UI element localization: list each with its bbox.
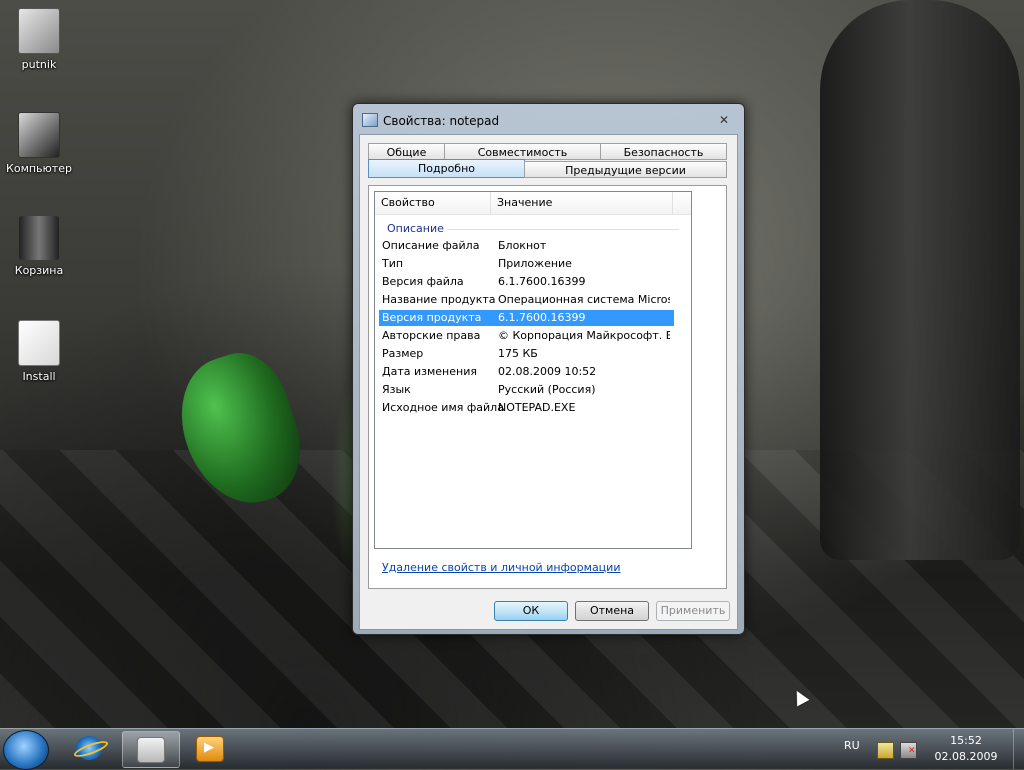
taskbar-windows-explorer[interactable] xyxy=(122,731,180,768)
clock-date: 02.08.2009 xyxy=(934,750,998,763)
properties-dialog: Свойства: notepad ✕ Общие Совместимость … xyxy=(352,103,745,635)
notepad-icon xyxy=(362,113,378,127)
table-row[interactable]: Авторские права © Корпорация Майкрософт.… xyxy=(379,328,674,344)
row-value: Операционная система Microso... xyxy=(498,293,670,306)
column-header-property[interactable]: Свойство xyxy=(375,192,491,214)
tab-general[interactable]: Общие xyxy=(368,143,445,160)
windows-explorer-icon xyxy=(137,737,165,763)
table-row[interactable]: Название продукта Операционная система M… xyxy=(379,292,674,308)
apply-button[interactable]: Применить xyxy=(656,601,730,621)
clock-time: 15:52 xyxy=(950,734,982,747)
dialog-client: Общие Совместимость Безопасность Подробн… xyxy=(359,134,738,630)
tab-security[interactable]: Безопасность xyxy=(600,143,727,160)
user-folder-icon xyxy=(18,8,60,54)
row-property: Версия файла xyxy=(382,275,464,288)
desktop-icon-label: Корзина xyxy=(14,264,64,277)
volume-muted-icon[interactable] xyxy=(900,742,917,759)
system-clock[interactable]: 15:52 02.08.2009 xyxy=(928,733,1004,765)
table-row[interactable]: Тип Приложение xyxy=(379,256,674,272)
desktop-icon-computer[interactable]: Компьютер xyxy=(1,112,77,175)
close-button[interactable]: ✕ xyxy=(716,113,732,127)
tab-compatibility[interactable]: Совместимость xyxy=(444,143,601,160)
row-property: Авторские права xyxy=(382,329,481,342)
folder-icon xyxy=(18,320,60,366)
computer-icon xyxy=(18,112,60,158)
desktop-icon-install[interactable]: Install xyxy=(1,320,77,383)
media-player-icon xyxy=(196,736,224,762)
internet-explorer-icon xyxy=(76,736,102,760)
table-row[interactable]: Размер 175 КБ xyxy=(379,346,674,362)
recycle-bin-icon xyxy=(19,216,59,260)
row-property: Размер xyxy=(382,347,424,360)
row-value: Приложение xyxy=(498,257,572,270)
row-property: Описание файла xyxy=(382,239,480,252)
table-row[interactable]: Версия файла 6.1.7600.16399 xyxy=(379,274,674,290)
row-property: Язык xyxy=(382,383,411,396)
dialog-title: Свойства: notepad xyxy=(383,114,500,128)
desktop-icon-putnik[interactable]: putnik xyxy=(1,8,77,71)
column-header-value[interactable]: Значение xyxy=(491,192,673,214)
row-property: Дата изменения xyxy=(382,365,477,378)
desktop-icon-label: putnik xyxy=(21,58,57,71)
action-center-icon[interactable] xyxy=(877,742,894,759)
close-icon: ✕ xyxy=(718,113,730,127)
row-value: NOTEPAD.EXE xyxy=(498,401,576,414)
desktop-icon-label: Компьютер xyxy=(6,162,72,175)
row-value: © Корпорация Майкрософт. Вс... xyxy=(498,329,670,342)
taskbar-internet-explorer[interactable] xyxy=(62,731,118,766)
start-button[interactable] xyxy=(3,730,49,770)
row-property: Тип xyxy=(382,257,404,270)
remove-properties-link[interactable]: Удаление свойств и личной информации xyxy=(382,561,620,574)
desktop-icon-label: Install xyxy=(22,370,56,383)
row-value: 175 КБ xyxy=(498,347,538,360)
details-list[interactable]: Свойство Значение Описание Описание файл… xyxy=(374,191,692,549)
show-desktop-button[interactable] xyxy=(1013,729,1024,769)
tab-previous-versions[interactable]: Предыдущие версии xyxy=(524,161,727,178)
language-indicator[interactable]: RU xyxy=(844,739,860,752)
dialog-titlebar[interactable]: Свойства: notepad ✕ xyxy=(353,104,744,134)
row-property: Название продукта xyxy=(382,293,496,306)
group-header-description[interactable]: Описание xyxy=(387,222,444,235)
taskbar: RU 15:52 02.08.2009 xyxy=(0,728,1024,770)
row-property: Исходное имя файла xyxy=(382,401,504,414)
chess-piece-wallpaper xyxy=(820,0,1020,560)
list-header: Свойство Значение xyxy=(375,192,691,215)
row-value: Русский (Россия) xyxy=(498,383,596,396)
cancel-button[interactable]: Отмена xyxy=(575,601,649,621)
row-value: Блокнот xyxy=(498,239,547,252)
tab-details[interactable]: Подробно xyxy=(368,159,525,178)
ok-button[interactable]: ОК xyxy=(494,601,568,621)
taskbar-media-player[interactable] xyxy=(182,731,238,766)
group-divider xyxy=(447,229,679,230)
table-row-selected[interactable]: Версия продукта 6.1.7600.16399 xyxy=(379,310,674,326)
desktop-icon-recycle-bin[interactable]: Корзина xyxy=(1,216,77,277)
table-row[interactable]: Исходное имя файла NOTEPAD.EXE xyxy=(379,400,674,416)
table-row[interactable]: Дата изменения 02.08.2009 10:52 xyxy=(379,364,674,380)
table-row[interactable]: Описание файла Блокнот xyxy=(379,238,674,254)
row-value: 6.1.7600.16399 xyxy=(498,311,586,324)
row-value: 6.1.7600.16399 xyxy=(498,275,586,288)
row-property: Версия продукта xyxy=(382,311,482,324)
row-value: 02.08.2009 10:52 xyxy=(498,365,597,378)
table-row[interactable]: Язык Русский (Россия) xyxy=(379,382,674,398)
